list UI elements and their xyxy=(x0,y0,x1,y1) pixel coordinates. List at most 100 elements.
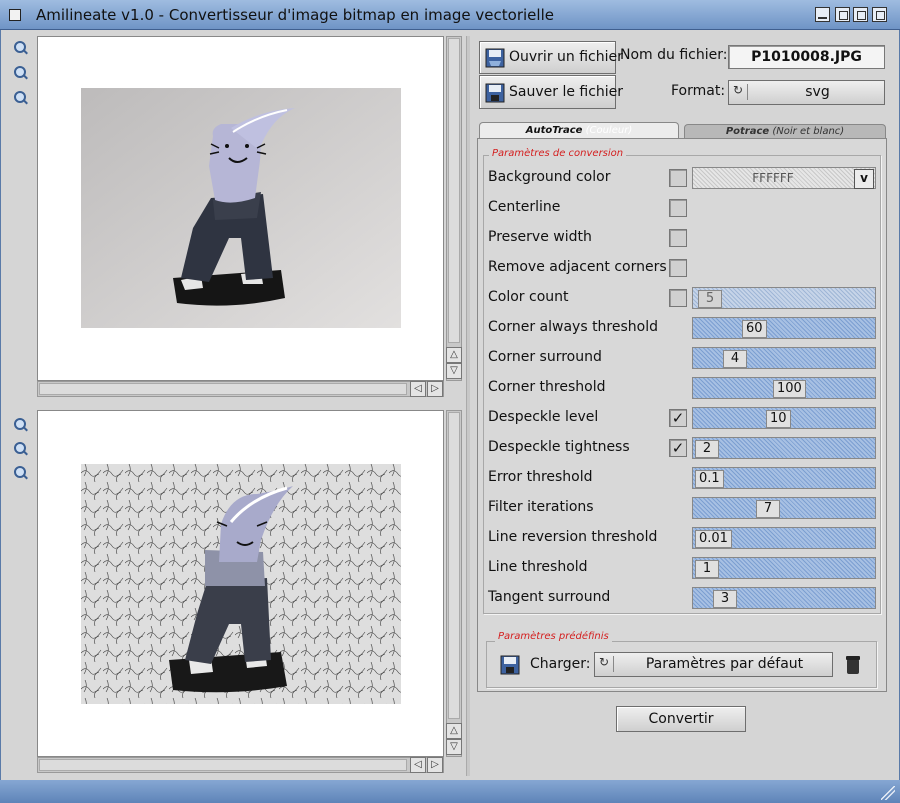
save-file-button[interactable]: Sauver le fichier xyxy=(479,75,623,109)
filter-iterations-slider-knob[interactable]: 7 xyxy=(756,500,780,518)
format-value: svg xyxy=(805,84,830,100)
error-threshold-slider[interactable]: 0.1 xyxy=(692,467,876,489)
close-window-button[interactable] xyxy=(9,9,21,21)
color-count-slider-knob[interactable]: 5 xyxy=(698,290,722,308)
window-title: Amilineate v1.0 - Convertisseur d'image … xyxy=(36,6,554,24)
despeckle-level-slider[interactable]: 10 xyxy=(692,407,876,429)
filter-iterations-slider[interactable]: 7 xyxy=(692,497,876,519)
cycle-icon xyxy=(599,655,614,672)
result-image-pane[interactable] xyxy=(37,410,444,757)
zoom-in-icon[interactable] xyxy=(14,41,28,55)
error-threshold-label: Error threshold xyxy=(488,469,593,485)
resize-grip-icon[interactable] xyxy=(881,786,895,800)
despeckle-level-label: Despeckle level xyxy=(488,409,599,425)
corner-threshold-label: Corner threshold xyxy=(488,379,606,395)
presets-title: Paramètres prédéfinis xyxy=(495,631,612,642)
line-threshold-slider-knob[interactable]: 1 xyxy=(695,560,719,578)
iconify-button[interactable] xyxy=(815,7,830,22)
source-horizontal-scrollbar[interactable]: ◁ ▷ xyxy=(37,381,444,397)
scroll-up-icon[interactable]: △ xyxy=(446,347,462,363)
despeckle-tightness-label: Despeckle tightness xyxy=(488,439,630,455)
scroll-left-icon[interactable]: ◁ xyxy=(410,381,426,397)
depth-button[interactable] xyxy=(872,7,887,22)
tab-autotrace-sublabel: (Couleur) xyxy=(585,125,633,136)
tangent-surround-slider-knob[interactable]: 3 xyxy=(713,590,737,608)
result-vector-figurine xyxy=(81,464,401,704)
open-file-label: Ouvrir un fichier xyxy=(509,49,623,65)
scroll-down-icon[interactable]: ▽ xyxy=(446,739,462,755)
load-preset-icon[interactable] xyxy=(500,655,520,675)
zoom-in-icon[interactable] xyxy=(14,418,28,432)
tangent-surround-label: Tangent surround xyxy=(488,589,611,605)
panel-splitter[interactable] xyxy=(466,36,470,776)
corner-surround-slider[interactable]: 4 xyxy=(692,347,876,369)
background-color-checkbox[interactable] xyxy=(669,169,687,187)
despeckle-tightness-slider-knob[interactable]: 2 xyxy=(695,440,719,458)
corner-surround-label: Corner surround xyxy=(488,349,602,365)
format-select[interactable]: svg xyxy=(728,80,885,105)
tab-potrace[interactable]: Potrace (Noir et blanc) xyxy=(684,124,886,138)
color-count-checkbox[interactable] xyxy=(669,289,687,307)
source-photo xyxy=(81,88,401,328)
conversion-params-title: Paramètres de conversion xyxy=(489,148,627,159)
scroll-right-icon[interactable]: ▷ xyxy=(427,381,443,397)
source-photo-figurine xyxy=(81,88,401,328)
scroll-left-icon[interactable]: ◁ xyxy=(410,757,426,773)
save-file-label: Sauver le fichier xyxy=(509,84,624,100)
line-reversion-threshold-slider-knob[interactable]: 0.01 xyxy=(695,530,732,548)
color-count-slider[interactable]: 5 xyxy=(692,287,876,309)
centerline-checkbox[interactable] xyxy=(669,199,687,217)
zoom-window-button[interactable] xyxy=(835,7,850,22)
save-file-icon xyxy=(485,83,505,103)
despeckle-level-slider-knob[interactable]: 10 xyxy=(766,410,791,428)
result-vertical-scroll-thumb[interactable] xyxy=(448,412,460,719)
delete-preset-icon[interactable] xyxy=(845,655,861,675)
despeckle-level-checkbox[interactable]: ✓ xyxy=(669,409,687,427)
zoom-reset-icon[interactable] xyxy=(14,442,28,456)
background-color-label: Background color xyxy=(488,169,611,185)
result-vector-preview xyxy=(81,464,401,704)
color-popup-button[interactable]: v xyxy=(854,169,874,189)
line-reversion-threshold-label: Line reversion threshold xyxy=(488,529,658,545)
source-image-pane[interactable] xyxy=(37,36,444,381)
format-label: Format: xyxy=(671,83,726,99)
result-horizontal-scrollbar[interactable]: ◁ ▷ xyxy=(37,757,444,773)
line-reversion-threshold-slider[interactable]: 0.01 xyxy=(692,527,876,549)
tab-autotrace[interactable]: AutoTrace (Couleur) xyxy=(479,122,679,138)
zoom-out-icon[interactable] xyxy=(14,91,28,105)
result-horizontal-scroll-thumb[interactable] xyxy=(39,759,407,771)
title-bar[interactable]: Amilineate v1.0 - Convertisseur d'image … xyxy=(0,0,900,30)
scroll-down-icon[interactable]: ▽ xyxy=(446,363,462,379)
tangent-surround-slider[interactable]: 3 xyxy=(692,587,876,609)
zoom-reset-icon[interactable] xyxy=(14,66,28,80)
filter-iterations-label: Filter iterations xyxy=(488,499,594,515)
preset-select[interactable]: Paramètres par défaut xyxy=(594,652,833,677)
load-preset-label: Charger: xyxy=(530,656,591,672)
corner-surround-slider-knob[interactable]: 4 xyxy=(723,350,747,368)
despeckle-tightness-slider[interactable]: 2 xyxy=(692,437,876,459)
tab-autotrace-label: AutoTrace xyxy=(525,125,583,136)
scroll-up-icon[interactable]: △ xyxy=(446,723,462,739)
corner-threshold-slider-knob[interactable]: 100 xyxy=(773,380,806,398)
corner-always-threshold-slider-knob[interactable]: 60 xyxy=(742,320,767,338)
corner-always-threshold-slider[interactable]: 60 xyxy=(692,317,876,339)
source-vertical-scrollbar[interactable]: △ ▽ xyxy=(446,36,462,381)
open-file-button[interactable]: Ouvrir un fichier xyxy=(479,41,623,74)
zoom-out-icon[interactable] xyxy=(14,466,28,480)
filename-field: P1010008.JPG xyxy=(728,45,885,69)
result-vertical-scrollbar[interactable]: △ ▽ xyxy=(446,410,462,757)
convert-button[interactable]: Convertir xyxy=(616,706,746,732)
scroll-right-icon[interactable]: ▷ xyxy=(427,757,443,773)
corner-threshold-slider[interactable]: 100 xyxy=(692,377,876,399)
remove-adjacent-corners-checkbox[interactable] xyxy=(669,259,687,277)
preserve-width-checkbox[interactable] xyxy=(669,229,687,247)
fullscreen-button[interactable] xyxy=(853,7,868,22)
despeckle-tightness-checkbox[interactable]: ✓ xyxy=(669,439,687,457)
line-threshold-slider[interactable]: 1 xyxy=(692,557,876,579)
background-color-field[interactable]: FFFFFF v xyxy=(692,167,876,189)
error-threshold-slider-knob[interactable]: 0.1 xyxy=(695,470,724,488)
source-vertical-scroll-thumb[interactable] xyxy=(448,38,460,343)
remove-adjacent-corners-label: Remove adjacent corners xyxy=(488,259,667,275)
convert-label: Convertir xyxy=(648,711,714,727)
source-horizontal-scroll-thumb[interactable] xyxy=(39,383,407,395)
